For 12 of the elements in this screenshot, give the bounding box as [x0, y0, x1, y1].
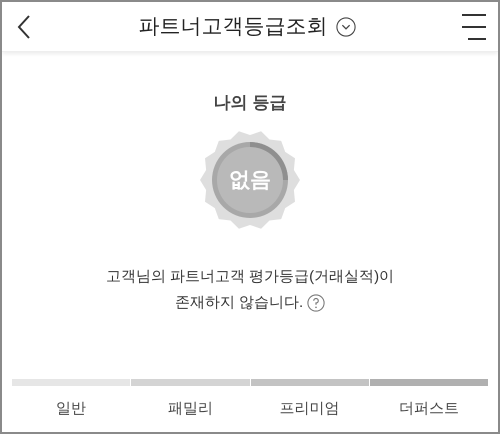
help-icon[interactable]	[307, 294, 326, 312]
grade-level-label: 패밀리	[168, 398, 213, 418]
grade-level-label: 프리미엄	[280, 398, 340, 418]
no-grade-message: 고객님의 파트너고객 평가등급(거래실적)이	[106, 266, 394, 286]
grade-heading: 나의 등급	[214, 92, 286, 114]
dropdown-icon[interactable]	[336, 16, 356, 36]
grade-value: 없음	[229, 169, 271, 190]
no-grade-message: 존재하지 않습니다.	[174, 293, 304, 313]
grade-level-label: 더퍼스트	[398, 398, 459, 418]
menu-icon[interactable]	[460, 12, 486, 42]
grade-level-label: 일반	[56, 398, 86, 418]
page-title: 파트너고객등급조회	[138, 14, 328, 40]
